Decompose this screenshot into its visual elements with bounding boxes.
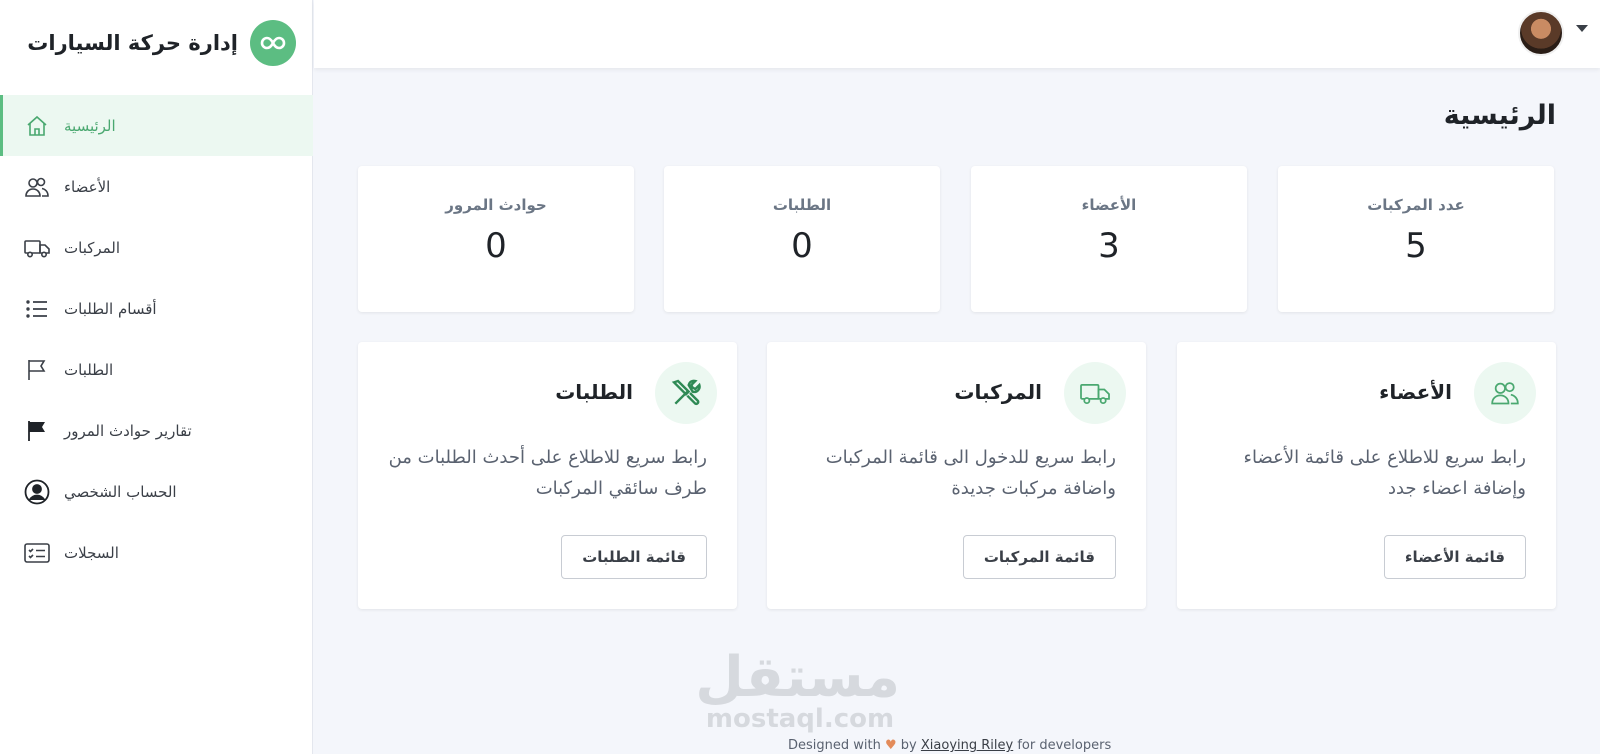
card-title: الطلبات <box>555 380 633 404</box>
watermark: مستقل mostaql.com <box>695 645 900 734</box>
list-icon <box>24 296 50 322</box>
sidebar: إدارة حركة السيارات الرئيسية الأعضاء الم… <box>0 0 313 754</box>
sidebar-item-vehicles[interactable]: المركبات <box>0 217 313 278</box>
checklist-icon <box>24 540 50 566</box>
footer-suffix: for developers <box>1017 738 1112 753</box>
sidebar-item-label: المركبات <box>64 238 121 257</box>
stat-value: 5 <box>1405 226 1427 266</box>
flag-filled-icon <box>24 418 50 444</box>
sidebar-item-label: الطلبات <box>64 360 114 379</box>
watermark-arabic: مستقل <box>695 645 900 710</box>
brand[interactable]: إدارة حركة السيارات <box>18 18 296 68</box>
stat-card-vehicles: عدد المركبات 5 <box>1278 166 1554 312</box>
stat-label: الطلبات <box>772 196 832 214</box>
sidebar-item-accident-reports[interactable]: تقارير حوادث المرور <box>0 400 313 461</box>
tools-icon <box>655 362 717 424</box>
home-icon <box>24 113 50 139</box>
sidebar-item-label: تقارير حوادث المرور <box>64 421 192 440</box>
truck-icon <box>1064 362 1126 424</box>
link-card-members: الأعضاء رابط سريع للاطلاع على قائمة الأع… <box>1177 342 1556 609</box>
card-title: الأعضاء <box>1379 380 1452 404</box>
heart-icon: ♥ <box>885 738 897 753</box>
avatar[interactable] <box>1518 10 1564 56</box>
sidebar-item-profile[interactable]: الحساب الشخصي <box>0 461 313 522</box>
stat-label: الأعضاء <box>1081 196 1137 214</box>
sidebar-item-label: السجلات <box>64 543 119 562</box>
link-card-vehicles: المركبات رابط سريع للدخول الى قائمة المر… <box>767 342 1146 609</box>
card-title: المركبات <box>954 380 1042 404</box>
sidebar-nav: الرئيسية الأعضاء المركبات أقسام الطلبات … <box>0 95 313 583</box>
infinity-icon <box>250 20 296 66</box>
stat-label: حوادث المرور <box>445 196 547 214</box>
brand-title: إدارة حركة السيارات <box>27 31 238 55</box>
sidebar-item-members[interactable]: الأعضاء <box>0 156 313 217</box>
sidebar-item-logs[interactable]: السجلات <box>0 522 313 583</box>
users-icon <box>24 174 50 200</box>
page-title: الرئيسية <box>1443 100 1556 131</box>
stat-card-accidents: حوادث المرور 0 <box>358 166 634 312</box>
stat-value: 0 <box>485 226 507 266</box>
author-link[interactable]: Xiaoying Riley <box>921 738 1013 753</box>
footer: Designed with ♥ by Xiaoying Riley for de… <box>788 738 1111 753</box>
flag-outline-icon <box>24 357 50 383</box>
sidebar-item-label: الأعضاء <box>64 177 111 196</box>
topbar <box>314 0 1600 68</box>
sidebar-item-home[interactable]: الرئيسية <box>0 95 313 156</box>
stat-value: 3 <box>1098 226 1120 266</box>
card-description: رابط سريع للاطلاع على أحدث الطلبات من طر… <box>388 447 707 499</box>
card-description: رابط سريع للدخول الى قائمة المركبات واضا… <box>825 447 1116 499</box>
sidebar-item-request-sections[interactable]: أقسام الطلبات <box>0 278 313 339</box>
card-description: رابط سريع للاطلاع على قائمة الأعضاء وإضا… <box>1243 447 1526 499</box>
footer-prefix: Designed with <box>788 738 881 753</box>
watermark-latin: mostaql.com <box>705 704 895 734</box>
users-icon <box>1474 362 1536 424</box>
requests-list-button[interactable]: قائمة الطلبات <box>561 535 707 579</box>
stat-label: عدد المركبات <box>1367 196 1465 214</box>
footer-by: by <box>900 738 917 753</box>
user-circle-icon <box>24 479 50 505</box>
stat-value: 0 <box>791 226 813 266</box>
link-card-requests: الطلبات رابط سريع للاطلاع على أحدث الطلب… <box>358 342 737 609</box>
stat-card-requests: الطلبات 0 <box>664 166 940 312</box>
sidebar-item-requests[interactable]: الطلبات <box>0 339 313 400</box>
vehicles-list-button[interactable]: قائمة المركبات <box>962 535 1116 579</box>
sidebar-item-label: أقسام الطلبات <box>64 299 157 318</box>
truck-icon <box>24 235 50 261</box>
members-list-button[interactable]: قائمة الأعضاء <box>1383 535 1526 579</box>
chevron-down-icon[interactable] <box>1576 25 1588 32</box>
sidebar-item-label: الحساب الشخصي <box>64 482 177 501</box>
stat-card-members: الأعضاء 3 <box>971 166 1247 312</box>
sidebar-item-label: الرئيسية <box>64 116 116 135</box>
